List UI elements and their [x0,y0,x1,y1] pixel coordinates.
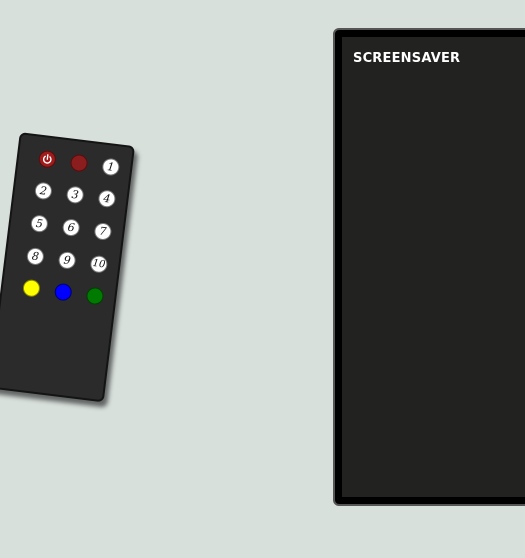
power-icon [42,154,52,164]
yellow-button[interactable] [21,278,41,298]
button-6[interactable]: 6 [61,218,81,238]
button-10[interactable]: 10 [89,254,109,274]
green-button[interactable] [85,286,105,306]
button-9[interactable]: 9 [57,250,77,270]
button-1[interactable]: 1 [101,157,121,177]
screen-label: SCREENSAVER [353,51,461,66]
button-5[interactable]: 5 [29,214,49,234]
red-button[interactable] [69,153,89,173]
button-7[interactable]: 7 [93,222,113,241]
button-4[interactable]: 4 [97,189,117,209]
remote-control: 1 2 3 4 5 6 7 8 9 10 [0,132,136,403]
scene: 1 2 3 4 5 6 7 8 9 10 SCREENSAVER [0,0,525,558]
tv-screen: SCREENSAVER [342,37,525,497]
tv: SCREENSAVER [333,28,525,506]
power-button[interactable] [37,149,57,169]
button-8[interactable]: 8 [25,246,45,266]
blue-button[interactable] [53,282,73,302]
button-3[interactable]: 3 [65,185,85,205]
button-2[interactable]: 2 [33,181,53,201]
